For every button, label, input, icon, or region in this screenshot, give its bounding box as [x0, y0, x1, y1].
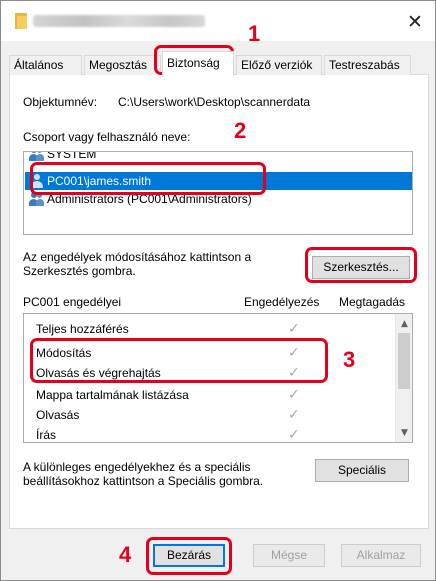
edit-permissions-hint: Az engedélyek módosításához kattintson a… [23, 250, 252, 278]
title-bar: ✕ [1, 1, 435, 41]
scroll-thumb[interactable] [398, 333, 410, 389]
tab-strip: Általános Megosztás Biztonság Előző verz… [9, 51, 429, 76]
users-icon [29, 152, 44, 161]
step-number-3: 3 [343, 347, 356, 372]
permission-name: Írás [36, 428, 57, 442]
table-row: Olvasás ✓ [24, 406, 396, 424]
step-number-4: 4 [119, 542, 132, 567]
apply-button[interactable]: Alkalmaz [341, 544, 421, 567]
permission-name: Mappa tartalmának listázása [36, 388, 189, 402]
tab-sharing[interactable]: Megosztás [84, 55, 161, 75]
callout-permissions [30, 338, 328, 383]
object-name-label: Objektumnév: [23, 95, 98, 109]
table-row: Teljes hozzáférés ✓ [24, 320, 396, 338]
permission-name: Teljes hozzáférés [36, 322, 129, 336]
deny-column-header: Megtagadás [339, 295, 406, 309]
table-row: Mappa tartalmának listázása ✓ [24, 386, 396, 404]
tab-customize[interactable]: Testreszabás [324, 55, 411, 75]
table-row: Írás ✓ [24, 426, 396, 443]
permission-name: Olvasás [36, 408, 80, 422]
callout-user-item [30, 162, 266, 195]
permissions-header: PC001 engedélyei [23, 295, 122, 309]
allow-check-icon: ✓ [288, 387, 300, 403]
scroll-up-icon[interactable]: ▲ [396, 316, 412, 333]
tab-security[interactable]: Biztonság [162, 51, 234, 76]
callout-close-button [146, 537, 232, 575]
properties-dialog: ✕ Általános Megosztás Biztonság Előző ve… [0, 0, 436, 581]
special-button[interactable]: Speciális [315, 459, 409, 482]
allow-check-icon: ✓ [288, 321, 300, 337]
folder-icon [15, 13, 27, 29]
allow-column-header: Engedélyezés [244, 295, 320, 309]
object-name-value: C:\Users\work\Desktop\scannerdata [118, 95, 311, 109]
scroll-down-icon[interactable]: ▼ [396, 425, 412, 442]
cancel-button[interactable]: Mégse [253, 544, 325, 567]
list-item-label: SYSTEM [47, 151, 97, 161]
close-icon[interactable]: ✕ [401, 9, 429, 35]
callout-edit-button [305, 247, 417, 283]
tab-general[interactable]: Általános [9, 55, 82, 75]
group-user-label: Csoport vagy felhasználó neve: [23, 130, 191, 144]
allow-check-icon: ✓ [288, 407, 300, 423]
tab-previous-versions[interactable]: Előző verziók [236, 55, 322, 75]
step-number-1: 1 [248, 21, 261, 46]
special-permissions-hint: A különleges engedélyekhez és a speciáli… [23, 460, 264, 488]
allow-check-icon: ✓ [288, 427, 300, 443]
vertical-scrollbar[interactable]: ▲ ▼ [395, 314, 412, 442]
step-number-2: 2 [234, 118, 247, 143]
window-title-blurred [33, 15, 205, 27]
